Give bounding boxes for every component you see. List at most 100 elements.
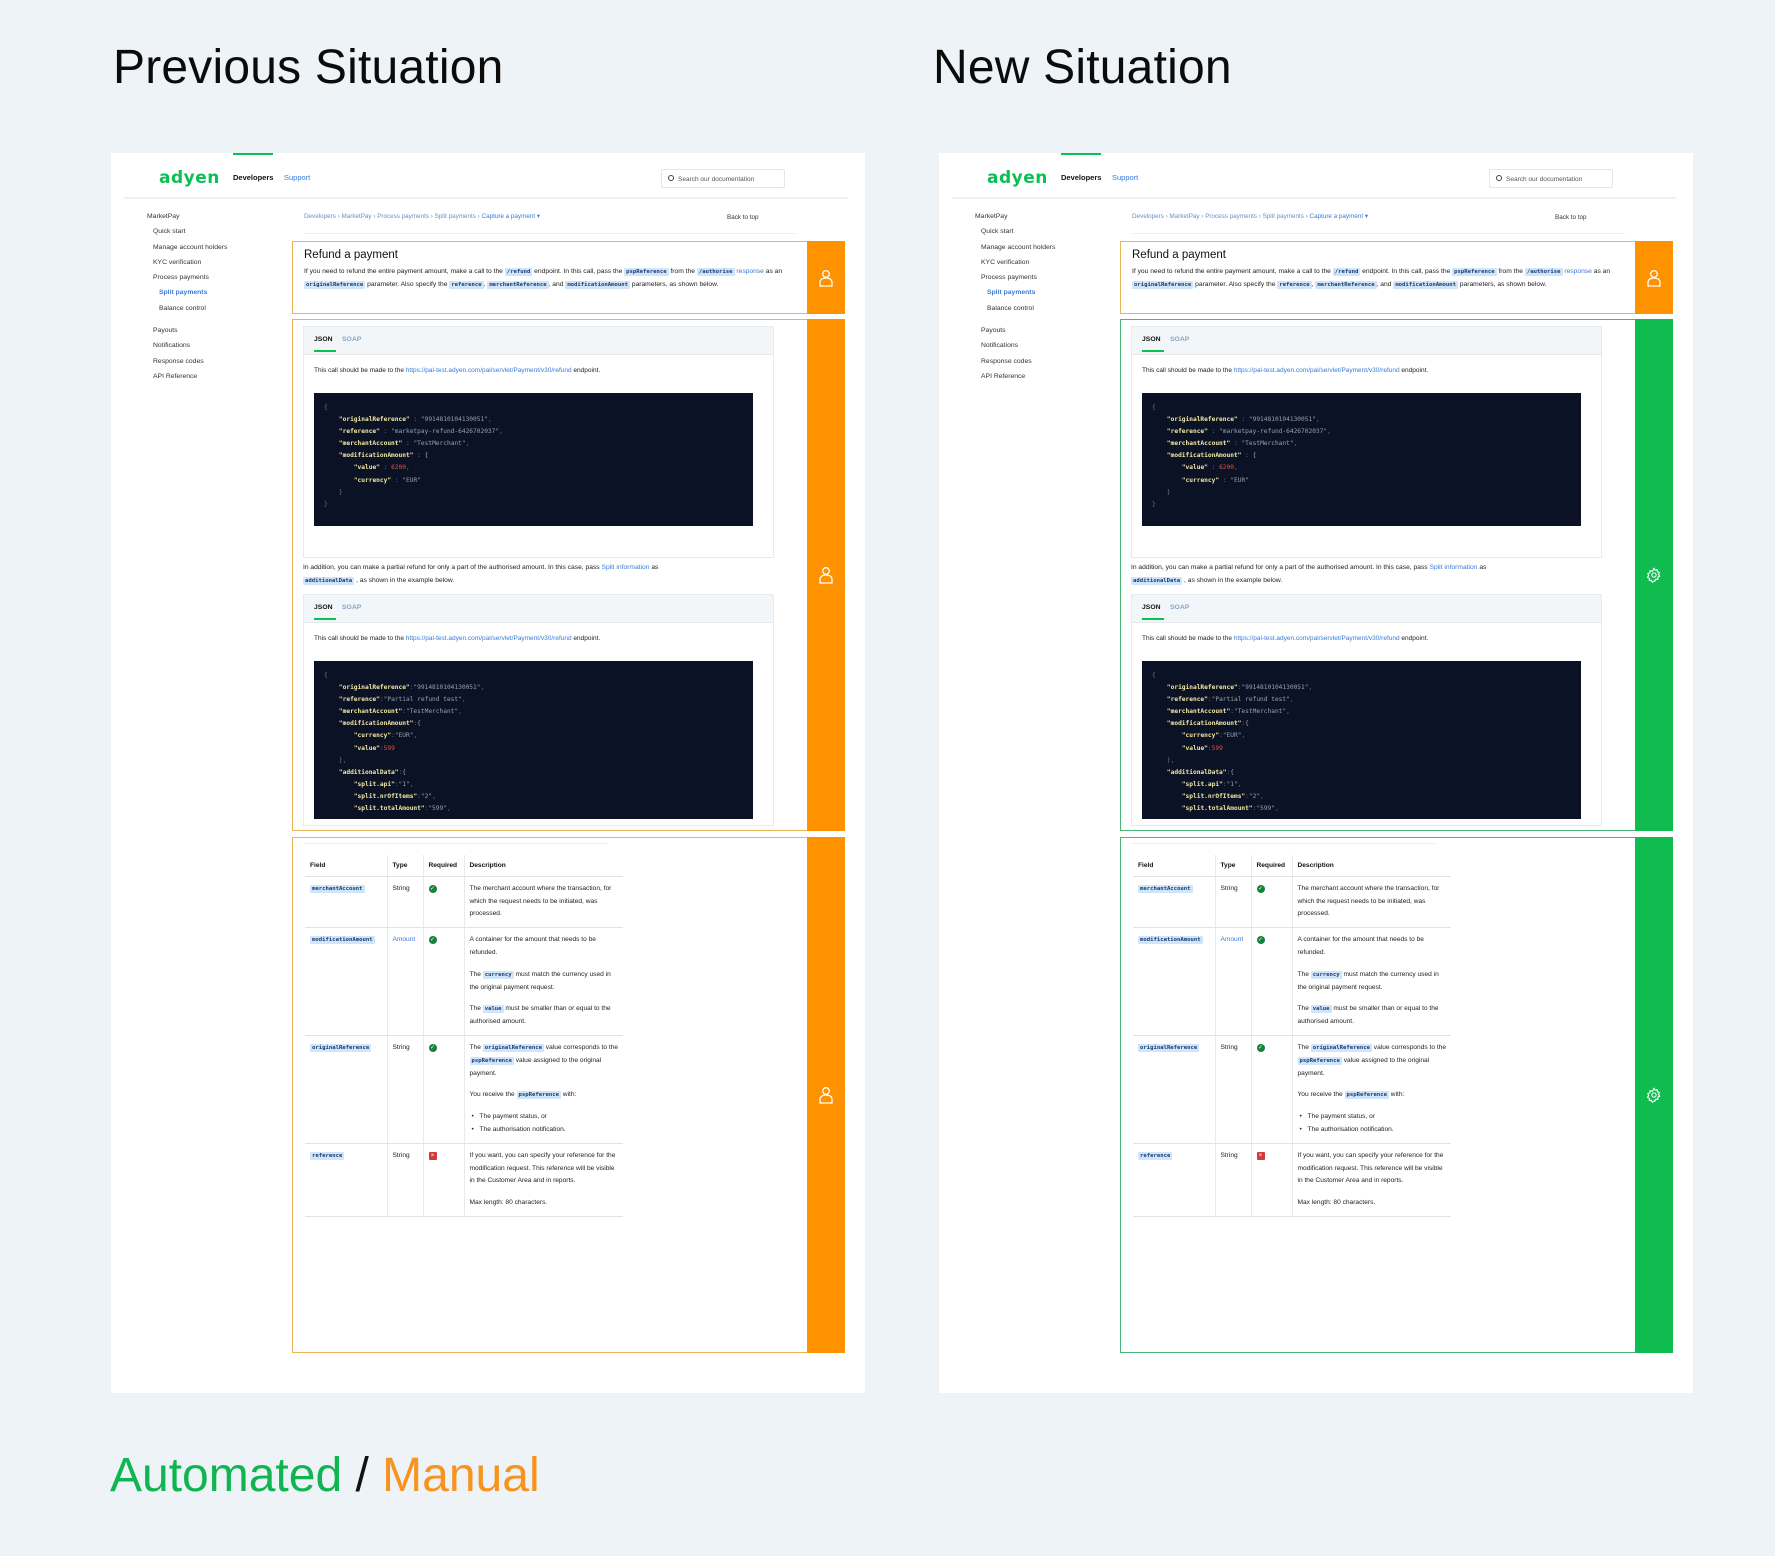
tab-json[interactable]: JSON [1142, 336, 1164, 352]
divider [304, 233, 797, 234]
response-link[interactable]: response [1564, 268, 1592, 275]
sidebar-item-api-reference[interactable]: API Reference [975, 371, 1115, 386]
sidebar-item-balance-control[interactable]: Balance control [975, 303, 1115, 318]
sidebar-item-kyc-verification[interactable]: KYC verification [147, 257, 287, 272]
adyen-logo[interactable]: adyen [159, 168, 220, 188]
parameters-table: Field Type Required Description merchantAcc… [305, 855, 623, 1217]
field-name: reference [1138, 1151, 1173, 1160]
back-to-top-link[interactable]: Back to top [727, 214, 759, 221]
search-placeholder: Search our documentation [1506, 176, 1583, 183]
manual-status-strip [1635, 241, 1673, 314]
column-header-required: Required [1250, 855, 1292, 877]
breadcrumb-item[interactable]: Process payments [1205, 213, 1257, 220]
nav-developers[interactable]: Developers [233, 153, 274, 182]
tab-json[interactable]: JSON [314, 604, 336, 620]
breadcrumb-item[interactable]: Split payments [1263, 213, 1304, 220]
divider [1132, 233, 1625, 234]
tab-soap[interactable]: SOAP [1170, 336, 1189, 343]
legend-manual: Manual [382, 1449, 540, 1502]
description-text: Max length: 80 characters. [1297, 1199, 1376, 1207]
sidebar-item-split-payments[interactable]: Split payments [975, 287, 1115, 302]
not-required-x-icon: × [428, 1151, 437, 1160]
column-header-field: Field [1133, 855, 1215, 877]
table-row: originalReference String ✓ The originalRefe… [1133, 1035, 1451, 1144]
inline-code: originalReference [1310, 1043, 1372, 1052]
breadcrumb-item[interactable]: MarketPay [341, 213, 371, 220]
sidebar-item-split-payments[interactable]: Split payments [147, 287, 287, 302]
sidebar-item-manage-account-holders[interactable]: Manage account holders [975, 242, 1115, 257]
code-reference: reference [1277, 280, 1312, 289]
breadcrumb-item[interactable]: Developers [1132, 213, 1164, 220]
search-input[interactable]: Search our documentation [661, 169, 785, 188]
field-name: merchantAccount [1138, 884, 1193, 893]
breadcrumb: Developers › MarketPay › Process payment… [1132, 213, 1368, 220]
breadcrumb-item[interactable]: Capture a payment ▾ [1310, 213, 1368, 220]
tab-soap[interactable]: SOAP [342, 336, 361, 343]
code-reference: reference [449, 280, 484, 289]
required-check-icon: ✓ [428, 884, 437, 893]
endpoint-link[interactable]: https://pal-test.adyen.com/pal/servlet/P… [406, 635, 572, 642]
type-link[interactable]: Amount [1221, 936, 1244, 943]
new-situation-screenshot: adyen Developers Support Search our docu… [939, 153, 1693, 1393]
split-information-link[interactable]: Split information [602, 564, 650, 571]
sidebar-item-marketpay[interactable]: MarketPay [147, 211, 287, 226]
adyen-logo[interactable]: adyen [987, 168, 1048, 188]
sidebar-item-kyc-verification[interactable]: KYC verification [975, 257, 1115, 272]
sidebar-item-response-codes[interactable]: Response codes [975, 356, 1115, 371]
description-text: The currency must match the currency use… [469, 970, 611, 991]
sidebar-item-notifications[interactable]: Notifications [975, 340, 1115, 355]
legend-automated: Automated [110, 1449, 343, 1502]
sidebar-item-manage-account-holders[interactable]: Manage account holders [147, 242, 287, 257]
table-row: merchantAccount String ✓ The merchant accou… [305, 876, 623, 929]
type-link[interactable]: Amount [393, 936, 416, 943]
tab-soap[interactable]: SOAP [342, 604, 361, 611]
sidebar-item-response-codes[interactable]: Response codes [147, 356, 287, 371]
endpoint-link[interactable]: https://pal-test.adyen.com/pal/servlet/P… [1234, 367, 1400, 374]
sidebar-item-marketpay[interactable]: MarketPay [975, 211, 1115, 226]
sidebar-item-notifications[interactable]: Notifications [147, 340, 287, 355]
endpoint-link[interactable]: https://pal-test.adyen.com/pal/servlet/P… [1234, 635, 1400, 642]
breadcrumb-item[interactable]: Process payments [377, 213, 429, 220]
inline-code: pspReference [1344, 1091, 1389, 1100]
nav-support[interactable]: Support [284, 173, 310, 182]
breadcrumb-item[interactable]: Capture a payment ▾ [482, 213, 540, 220]
field-name: merchantAccount [310, 884, 365, 893]
description-text: The originalReference value corresponds … [1297, 1043, 1447, 1077]
code-modification-amount: modificationAmount [565, 280, 630, 289]
back-to-top-link[interactable]: Back to top [1555, 214, 1587, 221]
tab-json[interactable]: JSON [1142, 604, 1164, 620]
sidebar-item-quick-start[interactable]: Quick start [147, 226, 287, 241]
code-merchant-reference: merchantReference [1315, 280, 1377, 289]
sidebar-item-payouts[interactable]: Payouts [975, 325, 1115, 340]
breadcrumb-item[interactable]: Developers [304, 213, 336, 220]
endpoint-link[interactable]: https://pal-test.adyen.com/pal/servlet/P… [406, 367, 572, 374]
response-link[interactable]: response [736, 268, 764, 275]
breadcrumb-item[interactable]: MarketPay [1169, 213, 1199, 220]
sidebar-item-api-reference[interactable]: API Reference [147, 371, 287, 386]
code-sample-full-refund: JSON SOAP This call should be made to th… [1131, 326, 1602, 558]
language-tabs: JSON SOAP [1132, 327, 1601, 355]
nav-support[interactable]: Support [1112, 173, 1138, 182]
code-modification-amount: modificationAmount [1393, 280, 1458, 289]
description-text: Max length: 80 characters. [469, 1199, 548, 1207]
sidebar-item-quick-start[interactable]: Quick start [975, 226, 1115, 241]
description-list: The payment status, orThe authorisation … [470, 1111, 619, 1137]
sidebar-item-process-payments[interactable]: Process payments [975, 272, 1115, 287]
section-refund-intro: Refund a payment If you need to refund t… [1120, 241, 1636, 314]
code-original-reference: originalReference [304, 280, 366, 289]
table-row: reference String × If you want, you can spe… [1133, 1143, 1451, 1217]
breadcrumb-item[interactable]: Split payments [435, 213, 476, 220]
tab-soap[interactable]: SOAP [1170, 604, 1189, 611]
required-check-icon: ✓ [428, 1043, 437, 1052]
person-icon [818, 566, 834, 584]
language-tabs: JSON SOAP [1132, 595, 1601, 623]
section-parameters-table: Field Type Required Description merchantAcc… [292, 837, 808, 1353]
nav-developers[interactable]: Developers [1061, 153, 1102, 182]
split-information-link[interactable]: Split information [1430, 564, 1478, 571]
search-input[interactable]: Search our documentation [1489, 169, 1613, 188]
sidebar-item-balance-control[interactable]: Balance control [147, 303, 287, 318]
sidebar-item-process-payments[interactable]: Process payments [147, 272, 287, 287]
search-placeholder: Search our documentation [678, 176, 755, 183]
tab-json[interactable]: JSON [314, 336, 336, 352]
sidebar-item-payouts[interactable]: Payouts [147, 325, 287, 340]
